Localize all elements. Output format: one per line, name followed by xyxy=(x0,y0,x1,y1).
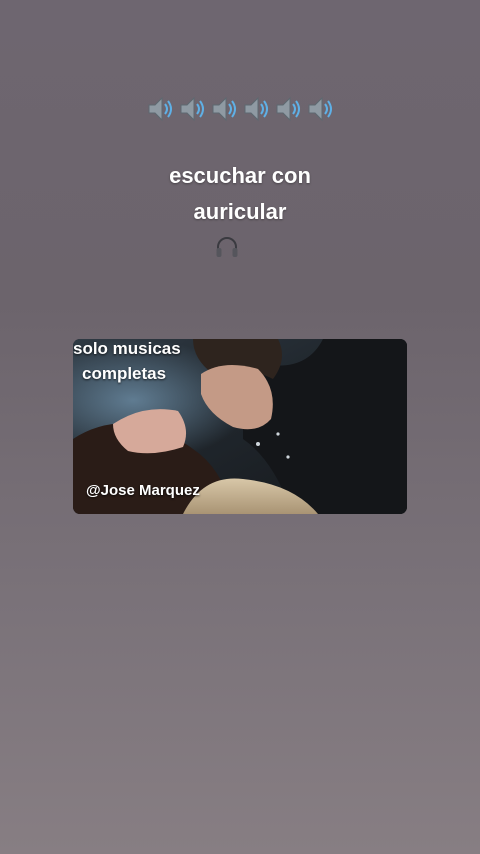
video-card[interactable]: solo musicas completas @Jose Marquez xyxy=(73,339,407,514)
video-title-line-2: completas xyxy=(82,364,167,383)
speaker-icon xyxy=(276,96,300,122)
author-handle: @Jose Marquez xyxy=(86,482,200,499)
caption-line-1: escuchar con xyxy=(169,163,311,188)
speaker-icon xyxy=(244,96,268,122)
speaker-emoji-row xyxy=(0,94,480,124)
speaker-icon xyxy=(148,96,172,122)
headphone-icon xyxy=(216,237,238,257)
speaker-icon xyxy=(180,96,204,122)
video-title-line-1: solo musicas xyxy=(73,339,181,358)
caption-text: escuchar con auricular xyxy=(0,158,480,230)
speaker-icon xyxy=(212,96,236,122)
speaker-icon xyxy=(308,96,332,122)
caption-line-2: auricular xyxy=(193,199,287,224)
